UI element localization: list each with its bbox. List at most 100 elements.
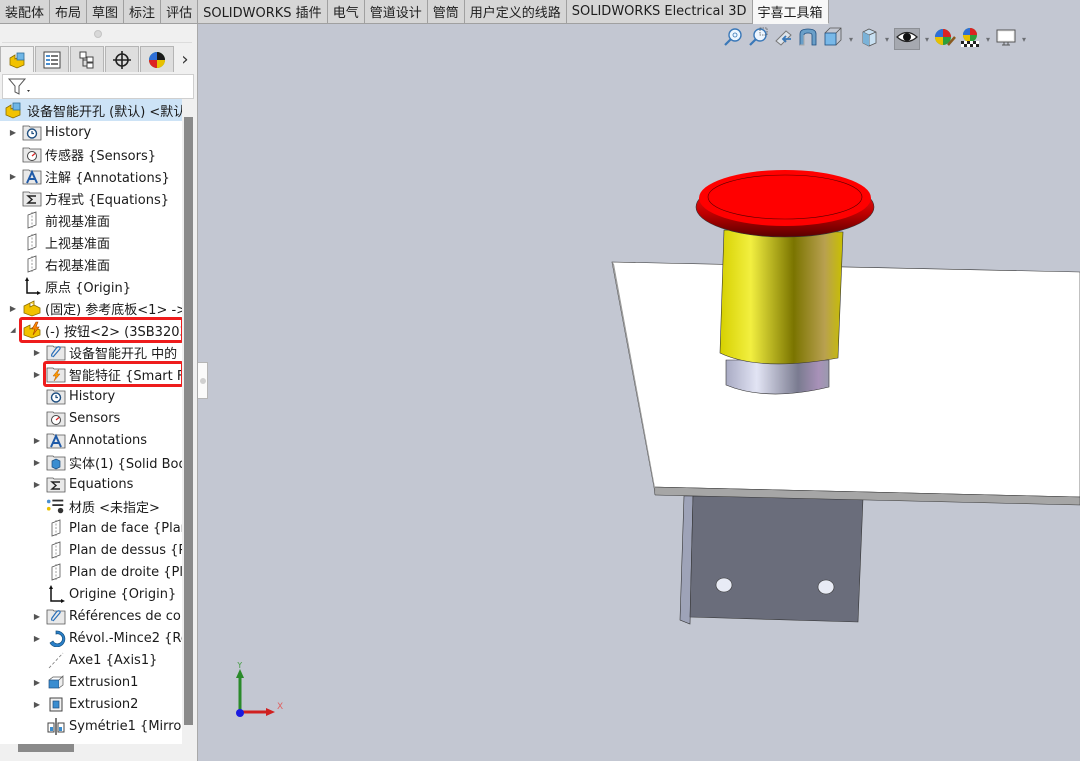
tree-child-item[interactable]: Axe1 {Axis1} bbox=[0, 649, 184, 671]
tab-7[interactable]: 管道设计 bbox=[364, 0, 428, 24]
tree-child-item[interactable]: Plan de face {Plan bbox=[0, 517, 184, 539]
tab-6[interactable]: 电气 bbox=[327, 0, 365, 24]
more-tabs-chevron-icon[interactable]: › bbox=[175, 46, 195, 72]
tab-10[interactable]: SOLIDWORKS Electrical 3D bbox=[566, 0, 753, 24]
tree-child-item[interactable]: Plan de dessus {Pl bbox=[0, 539, 184, 561]
tree-filter[interactable] bbox=[2, 74, 194, 99]
tree-item[interactable]: 上视基准面 bbox=[0, 231, 184, 253]
equations-icon bbox=[22, 189, 42, 207]
tree-item[interactable]: 前视基准面 bbox=[0, 209, 184, 231]
tab-4[interactable]: 评估 bbox=[161, 0, 199, 24]
edit-appearance-button[interactable] bbox=[934, 28, 956, 50]
tab-3[interactable]: 标注 bbox=[124, 0, 162, 24]
graphics-viewport[interactable] bbox=[199, 24, 1080, 761]
tree-child-item[interactable]: ▶ Extrusion1 bbox=[0, 671, 184, 693]
dropdown-arrow-icon[interactable]: ▾ bbox=[923, 35, 931, 44]
tree-child-item[interactable]: ▶ Révol.-Mince2 {Re bbox=[0, 627, 184, 649]
previous-view-button[interactable] bbox=[772, 28, 794, 50]
expand-arrow-icon[interactable]: ▶ bbox=[32, 479, 42, 489]
plane-icon bbox=[22, 233, 42, 251]
expand-arrow-icon[interactable]: ▶ bbox=[8, 171, 18, 181]
view-orientation-button[interactable] bbox=[822, 27, 844, 50]
tree-child-item[interactable]: Origine {Origin} bbox=[0, 583, 184, 605]
expand-arrow-icon[interactable]: ▶ bbox=[32, 611, 42, 621]
dimxpertmanager-tab[interactable] bbox=[105, 46, 139, 72]
apply-scene-icon bbox=[959, 27, 981, 51]
plane-icon bbox=[46, 519, 66, 537]
panel-grip[interactable] bbox=[94, 30, 102, 38]
expand-arrow-icon[interactable]: ▶ bbox=[8, 127, 18, 137]
tree-item[interactable]: 右视基准面 bbox=[0, 253, 184, 275]
expand-arrow-icon[interactable]: ▶ bbox=[32, 347, 42, 357]
expand-arrow-icon[interactable]: ▶ bbox=[32, 677, 42, 687]
z-axis-point bbox=[236, 709, 244, 717]
view-settings-icon bbox=[995, 27, 1017, 51]
tree-vertical-scrollbar-thumb[interactable] bbox=[184, 117, 193, 725]
tree-child-item[interactable]: ▶ Equations bbox=[0, 473, 184, 495]
propertymanager-tab[interactable] bbox=[35, 46, 69, 72]
tree-item[interactable]: ◢ (-) 按钮<2> (3SB3203- bbox=[0, 319, 184, 341]
tree-child-item[interactable]: ▶ Annotations bbox=[0, 429, 184, 451]
display-style-icon bbox=[859, 27, 879, 51]
smart-feature-icon bbox=[46, 365, 66, 383]
tree-horizontal-scrollbar-thumb[interactable] bbox=[18, 744, 74, 752]
tree-item-label: Plan de droite {Pla bbox=[69, 564, 184, 580]
displaymanager-icon bbox=[149, 51, 165, 68]
tree-item-label: Sensors bbox=[69, 410, 121, 426]
tree-child-item[interactable]: Symétrie1 {Mirror bbox=[0, 715, 184, 737]
tab-11[interactable]: 宇喜工具箱 bbox=[752, 0, 829, 24]
tree-item-label: 前视基准面 bbox=[45, 214, 111, 230]
section-view-button[interactable] bbox=[797, 28, 819, 50]
apply-scene-button[interactable] bbox=[959, 28, 981, 50]
tree-item[interactable]: 传感器 {Sensors} bbox=[0, 143, 184, 165]
tree-child-item[interactable]: 材质 <未指定> bbox=[0, 495, 184, 517]
expand-arrow-icon[interactable]: ▶ bbox=[8, 303, 18, 313]
tab-9[interactable]: 用户定义的线路 bbox=[464, 0, 567, 24]
tree-child-item[interactable]: Sensors bbox=[0, 407, 184, 429]
expand-arrow-icon[interactable]: ▶ bbox=[32, 457, 42, 467]
tab-2[interactable]: 草图 bbox=[87, 0, 125, 24]
tree-item[interactable]: ▶ (固定) 参考底板<1> -> bbox=[0, 297, 184, 319]
dropdown-arrow-icon[interactable]: ▾ bbox=[847, 35, 855, 44]
dropdown-arrow-icon[interactable]: ▾ bbox=[1020, 35, 1028, 44]
hide-show-items-button[interactable] bbox=[894, 28, 920, 50]
tree-child-item[interactable]: ▶ 智能特征 {Smart Fe bbox=[0, 363, 184, 385]
tab-8[interactable]: 管筒 bbox=[427, 0, 465, 24]
tree-child-item[interactable]: ▶ 设备智能开孔 中的 bbox=[0, 341, 184, 363]
view-settings-button[interactable] bbox=[995, 28, 1017, 50]
tab-5[interactable]: SOLIDWORKS 插件 bbox=[198, 0, 328, 24]
plane-icon bbox=[22, 211, 42, 229]
tree-item[interactable]: 方程式 {Equations} bbox=[0, 187, 184, 209]
tree-child-item[interactable]: ▶ 实体(1) {Solid Bod bbox=[0, 451, 184, 473]
expand-arrow-icon[interactable]: ▶ bbox=[32, 435, 42, 445]
tree-item[interactable]: ▶ 注解 {Annotations} bbox=[0, 165, 184, 187]
plane-icon bbox=[46, 541, 66, 559]
tree-child-item[interactable]: History bbox=[0, 385, 184, 407]
tree-root-assembly[interactable]: 设备智能开孔 (默认) <默认_ bbox=[0, 99, 184, 121]
tab-1[interactable]: 布局 bbox=[50, 0, 88, 24]
displaymanager-tab[interactable] bbox=[140, 46, 174, 72]
tree-child-item[interactable]: Plan de droite {Pla bbox=[0, 561, 184, 583]
sensors-icon bbox=[22, 145, 42, 163]
expand-arrow-icon[interactable]: ▶ bbox=[32, 699, 42, 709]
zoom-to-area-button[interactable] bbox=[747, 27, 769, 50]
tree-item[interactable]: 原点 {Origin} bbox=[0, 275, 184, 297]
expand-arrow-icon[interactable]: ▶ bbox=[32, 633, 42, 643]
expand-arrow-icon[interactable]: ▶ bbox=[32, 369, 42, 379]
tree-item[interactable]: ▶ History bbox=[0, 121, 184, 143]
featuremanager-tab[interactable] bbox=[0, 46, 34, 72]
display-style-button[interactable] bbox=[858, 28, 880, 50]
filter-icon bbox=[7, 78, 30, 95]
tree-child-item[interactable]: ▶ Références de cor bbox=[0, 605, 184, 627]
dropdown-arrow-icon[interactable]: ▾ bbox=[883, 35, 891, 44]
zoom-to-fit-button[interactable] bbox=[722, 28, 744, 50]
configurationmanager-tab[interactable] bbox=[70, 46, 104, 72]
dropdown-arrow-icon[interactable]: ▾ bbox=[984, 35, 992, 44]
tab-0[interactable]: 装配体 bbox=[0, 0, 51, 24]
tree-child-item[interactable]: ▶ Extrusion2 bbox=[0, 693, 184, 715]
collapse-arrow-icon[interactable]: ◢ bbox=[8, 325, 18, 335]
